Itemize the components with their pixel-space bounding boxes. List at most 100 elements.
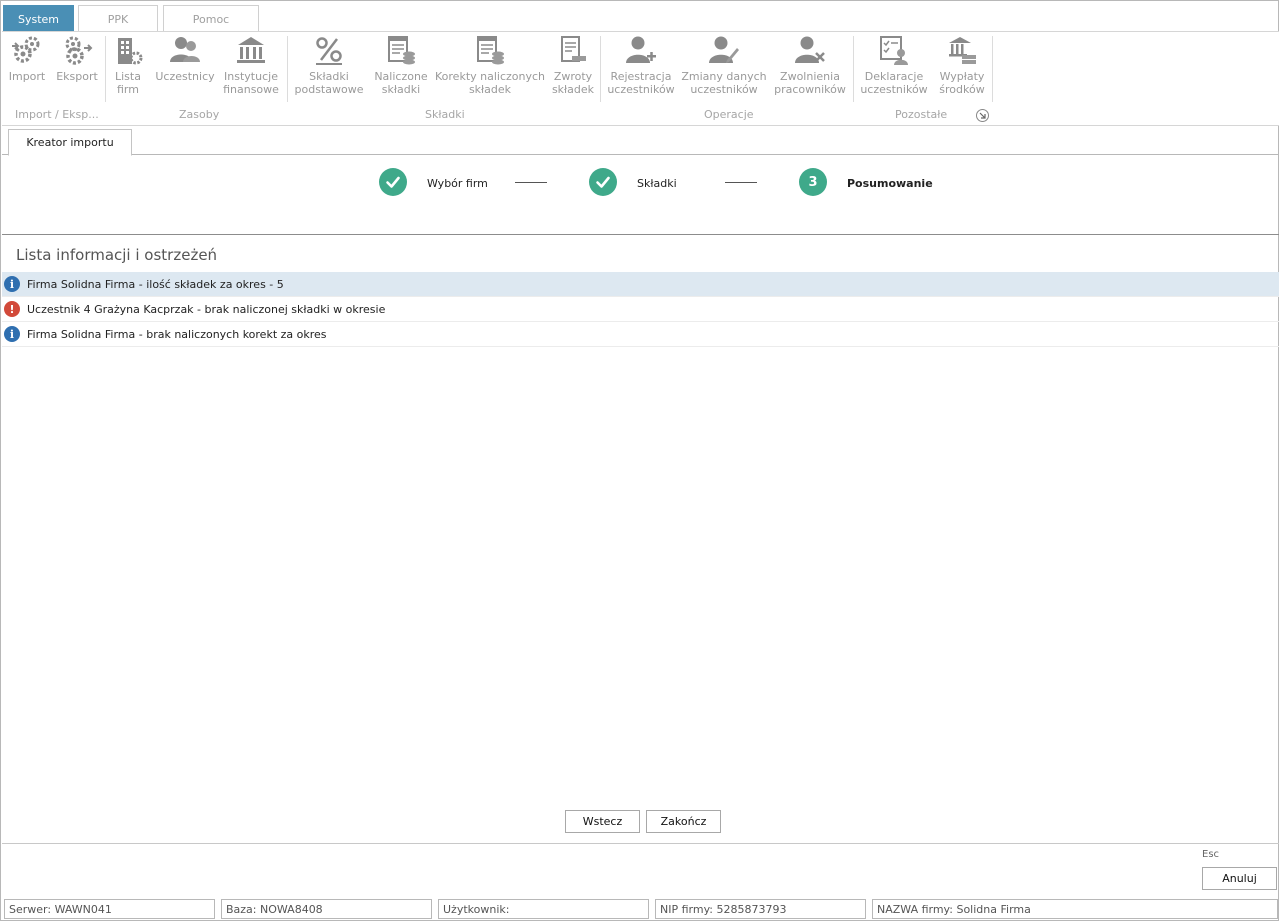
list-item[interactable]: i Firma Solidna Firma - brak naliczonych…: [2, 322, 1279, 347]
ribbon-separator: [287, 36, 288, 102]
skladki-podstawowe-button[interactable]: Składki podstawowe: [294, 34, 364, 96]
list-item-text: Firma Solidna Firma - ilość składek za o…: [27, 277, 284, 291]
zwroty-label-1: Zwroty: [553, 70, 593, 83]
user-add-icon: [626, 36, 656, 63]
bank-institution-icon: [237, 37, 265, 63]
checklist-users-icon: [880, 36, 908, 65]
zwroty-label-2: składek: [551, 83, 595, 96]
zmiany-label-2: uczestników: [690, 83, 758, 96]
zwolnienia-button[interactable]: Zwolnienia pracowników: [772, 34, 848, 96]
deklaracje-label-2: uczestników: [860, 83, 928, 96]
lista-firm-label-1: Lista: [115, 70, 141, 83]
list-item[interactable]: i Firma Solidna Firma - ilość składek za…: [2, 272, 1279, 297]
document-return-icon: [561, 36, 586, 62]
wyplaty-label-2: środków: [939, 83, 985, 96]
menu-tab-pomoc[interactable]: Pomoc: [163, 5, 259, 32]
esc-shortcut-hint: Esc: [1202, 849, 1220, 860]
info-icon: i: [4, 326, 20, 342]
import-button[interactable]: Import: [8, 34, 46, 83]
application-window: System PPK Pomoc Import Eksport Lista fi…: [0, 0, 1279, 921]
instytucje-button[interactable]: Instytucje finansowe: [222, 34, 280, 96]
instytucje-label-1: Instytucje: [224, 70, 278, 83]
users-icon: [170, 37, 200, 62]
zwolnienia-label-1: Zwolnienia: [780, 70, 840, 83]
info-icon: i: [4, 276, 20, 292]
ribbon-separator: [105, 36, 106, 102]
naliczone-label-2: składki: [381, 83, 421, 96]
uczestnicy-button[interactable]: Uczestnicy: [155, 34, 215, 83]
status-database: Baza: NOWA8408: [221, 899, 432, 919]
section-divider: [2, 234, 1279, 235]
ribbon-separator: [853, 36, 854, 102]
uczestnicy-label: Uczestnicy: [155, 70, 215, 83]
ribbon-group-zasoby: Zasoby: [179, 108, 220, 121]
warning-icon: !: [4, 301, 20, 317]
export-gears-icon: [65, 36, 93, 65]
wyplaty-label-1: Wypłaty: [939, 70, 985, 83]
percent-icon: [316, 37, 342, 65]
step-1-done-checkmark-icon: [379, 168, 407, 196]
skladki-podstawowe-label-2: podstawowe: [294, 83, 364, 96]
eksport-button[interactable]: Eksport: [56, 34, 98, 83]
step-connector: [515, 182, 547, 183]
rejestracja-label-1: Rejestracja: [610, 70, 672, 83]
ribbon-group-import-eksport: Import / Eksp...: [15, 108, 99, 121]
zwroty-button[interactable]: Zwroty składek: [550, 34, 596, 96]
ribbon-separator: [600, 36, 601, 102]
document-coins-icon: [477, 36, 504, 65]
menu-tab-ppk[interactable]: PPK: [78, 5, 158, 32]
step-1-label: Wybór firm: [427, 177, 488, 190]
back-button[interactable]: Wstecz: [565, 810, 640, 833]
eksport-label: Eksport: [56, 70, 98, 83]
wyplaty-button[interactable]: Wypłaty środków: [936, 34, 988, 96]
finish-button[interactable]: Zakończ: [646, 810, 721, 833]
status-company-name: NAZWA firmy: Solidna Firma: [872, 899, 1278, 919]
bank-money-icon: [949, 37, 976, 64]
list-title: Lista informacji i ostrzeżeń: [16, 246, 218, 264]
status-nip: NIP firmy: 5285873793: [655, 899, 866, 919]
korekty-label-2: składek: [468, 83, 512, 96]
korekty-button[interactable]: Korekty naliczonych składek: [435, 34, 546, 96]
ribbon-launcher-icon[interactable]: [976, 109, 989, 122]
import-gears-icon: [12, 36, 40, 63]
korekty-label-1: Korekty naliczonych: [435, 70, 546, 83]
lista-firm-label-2: firm: [117, 83, 139, 96]
document-tabbar: Kreator importu: [2, 127, 1279, 156]
cancel-button[interactable]: Anuluj: [1202, 867, 1277, 890]
status-server: Serwer: WAWN041: [4, 899, 215, 919]
step-connector: [725, 182, 757, 183]
naliczone-skladki-button[interactable]: Naliczone składki: [372, 34, 430, 96]
step-3-label: Posumowanie: [847, 177, 933, 190]
building-gear-icon: [118, 38, 143, 65]
document-coins-icon: [388, 36, 415, 65]
zwolnienia-label-2: pracowników: [774, 83, 846, 96]
ribbon-group-pozostale: Pozostałe: [895, 108, 948, 121]
status-user: Użytkownik:: [438, 899, 649, 919]
list-item-text: Firma Solidna Firma - brak naliczonych k…: [27, 327, 327, 341]
step-2-done-checkmark-icon: [589, 168, 617, 196]
zmiany-danych-button[interactable]: Zmiany danych uczestników: [681, 34, 767, 96]
instytucje-label-2: finansowe: [223, 83, 279, 96]
ribbon-separator: [992, 36, 993, 102]
user-remove-icon: [795, 36, 825, 63]
ribbon-group-operacje: Operacje: [704, 108, 754, 121]
rejestracja-label-2: uczestników: [607, 83, 675, 96]
skladki-podstawowe-label-1: Składki: [309, 70, 349, 83]
wizard-steps: Wybór firm Składki 3 Posumowanie: [1, 166, 1279, 202]
lista-firm-button[interactable]: Lista firm: [112, 34, 144, 96]
tab-kreator-importu[interactable]: Kreator importu: [8, 129, 132, 156]
step-2-label: Składki: [637, 177, 677, 190]
naliczone-label-1: Naliczone: [374, 70, 428, 83]
bottom-divider: [2, 843, 1279, 844]
step-3-current-number: 3: [799, 168, 827, 196]
rejestracja-button[interactable]: Rejestracja uczestników: [607, 34, 675, 96]
deklaracje-button[interactable]: Deklaracje uczestników: [859, 34, 929, 96]
import-label: Import: [8, 70, 46, 83]
ribbon-group-skladki: Składki: [425, 108, 465, 121]
menu-tab-system[interactable]: System: [3, 5, 74, 32]
user-edit-icon: [709, 36, 739, 63]
list-item[interactable]: ! Uczestnik 4 Grażyna Kacprzak - brak na…: [2, 297, 1279, 322]
menu-tabs: System PPK Pomoc: [3, 4, 1278, 32]
zmiany-label-1: Zmiany danych: [681, 70, 767, 83]
list-item-text: Uczestnik 4 Grażyna Kacprzak - brak nali…: [27, 302, 386, 316]
